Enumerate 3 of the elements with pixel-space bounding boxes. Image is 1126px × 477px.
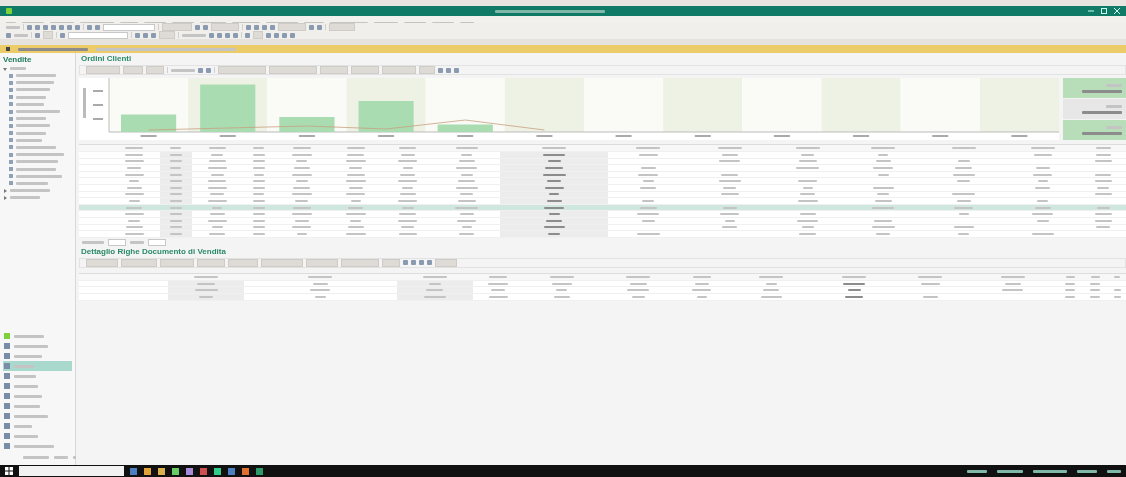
section-title: Ordini Clienti (80, 54, 133, 64)
section-title: Dettaglio Righe Documento di Vendita (80, 246, 227, 257)
sidebar-title: Vendite (3, 55, 33, 65)
